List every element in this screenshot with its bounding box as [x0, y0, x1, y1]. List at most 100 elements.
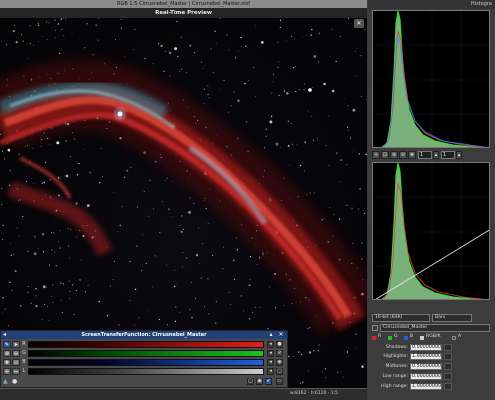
star	[356, 48, 358, 50]
star	[41, 182, 43, 184]
channel-rgbk-label[interactable]: RGB/K	[426, 334, 440, 339]
star	[87, 284, 89, 286]
midtones-field[interactable]: 0.50000000	[410, 363, 442, 370]
preview-icon[interactable]: ▢	[247, 378, 254, 385]
edit-icon[interactable]: ✎	[3, 341, 11, 348]
star	[60, 18, 62, 20]
stf-bar-r[interactable]	[28, 341, 264, 348]
star	[176, 20, 178, 23]
channel-a-label[interactable]: A	[458, 334, 461, 339]
channel-g-label[interactable]: G	[394, 334, 398, 339]
crosshair-icon[interactable]: ⊙	[12, 359, 20, 366]
speaker-icon[interactable]: ◂	[267, 350, 274, 357]
high-range-field[interactable]: 1.00000000	[410, 383, 442, 390]
stf-bar-l[interactable]	[28, 368, 264, 375]
view-icon	[372, 325, 378, 331]
star	[136, 245, 138, 247]
star	[32, 45, 34, 46]
star	[16, 227, 18, 229]
move-icon[interactable]: ✢	[3, 368, 11, 375]
shadows-slider[interactable]	[444, 344, 452, 351]
star	[169, 75, 171, 77]
view-select[interactable]: Cirrusnebel_Master	[380, 324, 490, 332]
apply-icon[interactable]: ✔	[265, 378, 272, 385]
highlights-slider[interactable]	[444, 353, 452, 360]
channel-r-swatch	[372, 336, 376, 340]
star	[203, 200, 205, 202]
speaker-icon[interactable]: ◂	[267, 368, 274, 375]
shade-icon[interactable]: ▴	[267, 331, 275, 339]
stf-close-icon[interactable]: ✕	[277, 331, 285, 339]
crosshair-icon[interactable]: ✛	[372, 151, 380, 159]
collapse-icon[interactable]: ◂	[3, 331, 11, 339]
midtones-slider[interactable]	[444, 363, 452, 370]
star	[298, 351, 300, 353]
stepper-icon[interactable]: ▴	[456, 151, 462, 159]
histogram-plot-top[interactable]	[372, 10, 490, 148]
reset-icon[interactable]: ◉	[276, 359, 283, 366]
histogram-plot-bottom[interactable]	[372, 162, 490, 300]
shadows-field[interactable]: 0.00000000	[410, 344, 442, 351]
star	[314, 192, 316, 194]
channel-r-label[interactable]: R	[378, 334, 381, 339]
zoom-out-icon[interactable]: ⊖	[12, 350, 20, 357]
star	[279, 19, 282, 21]
pointer-icon[interactable]: ➤	[12, 341, 20, 348]
star	[258, 257, 261, 259]
channel-g-swatch	[388, 336, 392, 340]
star	[346, 126, 349, 128]
reset-icon[interactable]: ▢	[276, 368, 283, 375]
reset-icon[interactable]: ●	[276, 341, 283, 348]
stf-bar-b[interactable]	[28, 359, 264, 366]
zoom-in-icon[interactable]: ⊕	[3, 350, 11, 357]
stretch-icon[interactable]: ⇔	[12, 368, 20, 375]
star	[174, 47, 178, 51]
bit-depth-select[interactable]: 16-bit (64K)	[372, 314, 430, 322]
star	[279, 147, 281, 149]
pan-icon[interactable]: ✥	[3, 359, 11, 366]
pan-icon[interactable]: ✥	[408, 151, 416, 159]
star	[347, 129, 349, 131]
zoom-v-field[interactable]: 1	[441, 151, 455, 159]
star	[144, 57, 146, 60]
zoom-h-field[interactable]: 1	[418, 151, 432, 159]
histogram-panel[interactable]: Histogra ✛ ⊡ ⊕ ⊖ ✥ 1 ▴ 1 ▴ 16-bit (64K) …	[368, 0, 495, 400]
channel-b-label[interactable]: B	[410, 334, 413, 339]
reset-icon[interactable]: ⊘	[276, 350, 283, 357]
star	[40, 138, 42, 140]
zoom-fit-icon[interactable]: ⊡	[381, 151, 389, 159]
zoom-in-icon[interactable]: ⊕	[390, 151, 398, 159]
stf-bar-g[interactable]	[28, 350, 264, 357]
star	[75, 202, 78, 205]
link-icon[interactable]: ▣	[256, 378, 263, 385]
new-instance-icon[interactable]: ▲	[3, 378, 11, 386]
stf-panel[interactable]: ScreenTransferFunction: Cirrusnebel_Mast…	[0, 330, 288, 388]
star	[208, 313, 210, 315]
stepper-icon[interactable]: ▴	[433, 151, 439, 159]
low-range-field[interactable]: 0.00000000	[410, 373, 442, 380]
channel-rgbk-swatch	[420, 336, 424, 340]
speaker-icon[interactable]: ◂	[267, 341, 274, 348]
histogram-toolbar: ✛ ⊡ ⊕ ⊖ ✥ 1 ▴ 1 ▴	[372, 150, 490, 160]
monitor-icon[interactable]: ▭	[276, 378, 283, 385]
star	[265, 135, 267, 137]
zoom-out-icon[interactable]: ⊖	[399, 151, 407, 159]
star	[352, 242, 354, 244]
star	[175, 306, 177, 308]
highlights-field[interactable]: 1.00000000	[410, 353, 442, 360]
close-icon[interactable]: ✕	[354, 19, 364, 28]
star	[53, 232, 55, 234]
star	[175, 283, 177, 285]
star	[15, 41, 18, 44]
high-range-slider[interactable]	[444, 383, 452, 390]
star	[168, 51, 172, 55]
low-range-slider[interactable]	[444, 373, 452, 380]
star	[60, 300, 62, 302]
star	[12, 29, 15, 33]
star	[124, 176, 126, 178]
star	[307, 370, 309, 372]
star	[335, 60, 337, 62]
graph-mode-select[interactable]: Bars	[432, 314, 472, 322]
apply-global-icon[interactable]: ●	[12, 378, 20, 386]
speaker-icon[interactable]: ◂	[267, 359, 274, 366]
